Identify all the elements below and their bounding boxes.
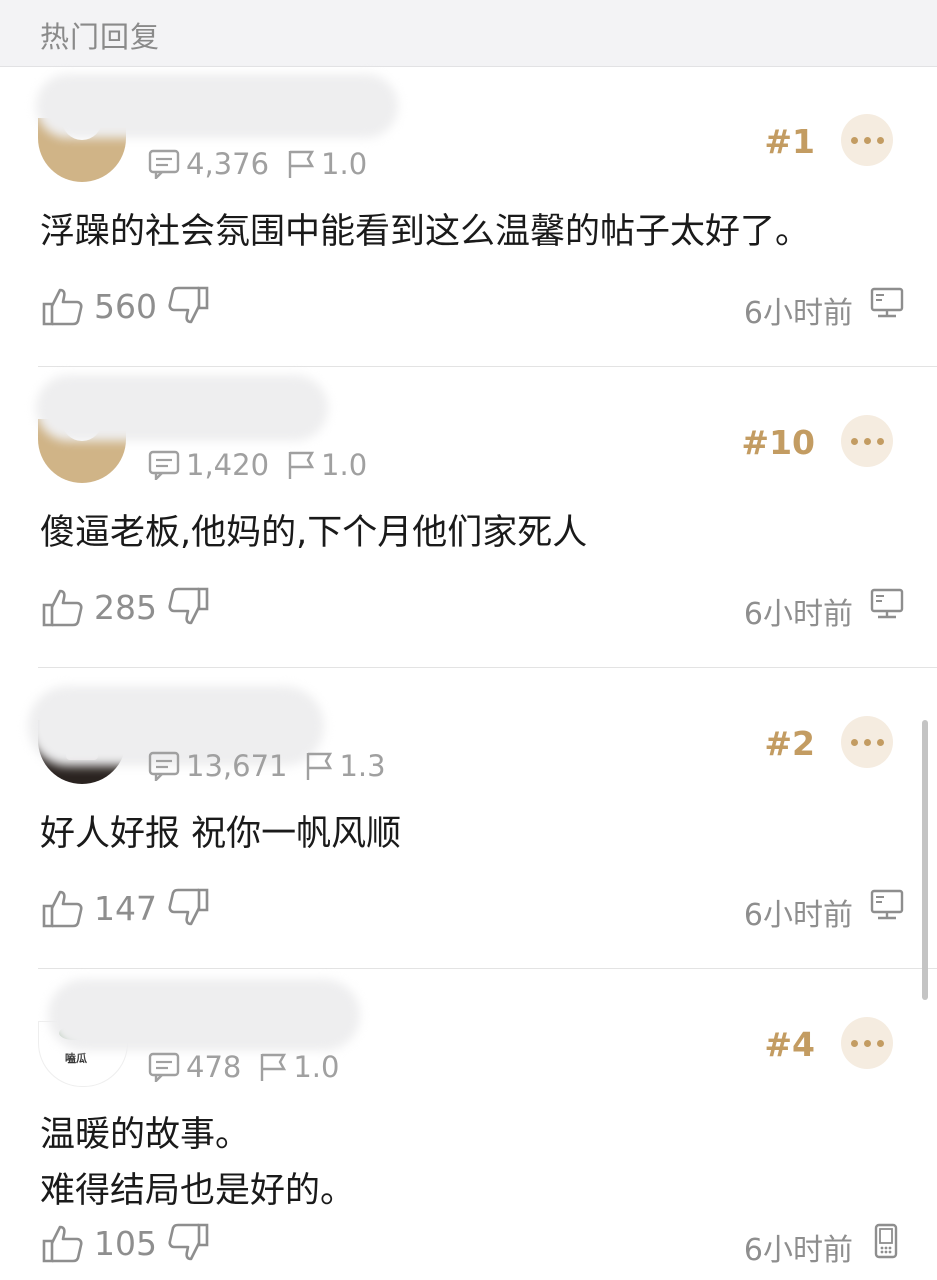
comment-item: 1,420 1.0 #10 傻逼老板,他妈的,下个月他们家死人 285 6小时前 bbox=[0, 367, 937, 669]
user-level: 1.0 bbox=[321, 448, 368, 482]
comment-icon bbox=[148, 149, 180, 179]
floor-number: #10 bbox=[741, 423, 815, 462]
thumbs-down-icon[interactable] bbox=[167, 886, 211, 930]
floor-number: #1 bbox=[764, 122, 815, 161]
comment-item: 嗑瓜 478 1.0 #4 温暖的故事。 难得结局也是好的。 105 6小时前 bbox=[0, 969, 937, 1271]
like-count: 560 bbox=[94, 286, 157, 326]
comment-icon bbox=[148, 1052, 180, 1082]
comment-text: 傻逼老板,他妈的,下个月他们家死人 bbox=[40, 513, 588, 553]
like-count: 285 bbox=[94, 587, 157, 627]
flag-icon bbox=[288, 150, 315, 178]
more-button[interactable] bbox=[841, 114, 893, 166]
thumbs-up-icon[interactable] bbox=[40, 1221, 84, 1265]
thumbs-up-icon[interactable] bbox=[40, 284, 84, 328]
section-title: 热门回复 bbox=[40, 20, 161, 54]
post-time: 6小时前 bbox=[743, 898, 853, 933]
section-header: 热门回复 bbox=[0, 0, 937, 67]
username-redacted bbox=[36, 74, 398, 138]
username-redacted bbox=[36, 375, 328, 441]
reply-count: 1,420 bbox=[186, 448, 270, 482]
desktop-icon bbox=[870, 889, 904, 920]
scrollbar[interactable] bbox=[922, 720, 928, 1000]
thumbs-down-icon[interactable] bbox=[167, 585, 211, 629]
user-stats: 4,376 1.0 bbox=[148, 146, 367, 182]
more-button[interactable] bbox=[841, 415, 893, 467]
user-level: 1.0 bbox=[293, 1050, 340, 1084]
comment-actions: 560 bbox=[40, 282, 211, 330]
comment-text: 好人好报 祝你一帆风顺 bbox=[40, 814, 402, 854]
flag-icon bbox=[307, 752, 333, 780]
more-button[interactable] bbox=[841, 716, 893, 768]
thumbs-up-icon[interactable] bbox=[40, 886, 84, 930]
reply-count: 478 bbox=[186, 1050, 242, 1084]
desktop-icon bbox=[870, 588, 904, 619]
thumbs-down-icon[interactable] bbox=[167, 284, 211, 328]
thumbs-down-icon[interactable] bbox=[167, 1221, 211, 1265]
floor-number: #2 bbox=[764, 724, 815, 763]
comment-actions: 105 bbox=[40, 1219, 211, 1267]
comment-icon bbox=[148, 751, 180, 781]
user-stats: 1,420 1.0 bbox=[148, 447, 367, 483]
comment-icon bbox=[148, 450, 180, 480]
comment-line: 难得结局也是好的。 bbox=[40, 1171, 356, 1211]
desktop-icon bbox=[870, 287, 904, 318]
post-time: 6小时前 bbox=[743, 597, 853, 632]
thumbs-up-icon[interactable] bbox=[40, 585, 84, 629]
more-button[interactable] bbox=[841, 1017, 893, 1069]
username-redacted bbox=[48, 979, 360, 1051]
comment-text: 浮躁的社会氛围中能看到这么温馨的帖子太好了。 bbox=[40, 212, 811, 252]
comment-item: 4,376 1.0 #1 浮躁的社会氛围中能看到这么温馨的帖子太好了。 560 … bbox=[0, 66, 937, 368]
flag-icon bbox=[288, 451, 315, 479]
avatar-text: 嗑瓜 bbox=[65, 1052, 87, 1065]
user-level: 1.0 bbox=[321, 147, 368, 181]
reply-count: 13,671 bbox=[186, 749, 288, 783]
comment-text: 温暖的故事。 难得结局也是好的。 bbox=[40, 1107, 910, 1219]
like-count: 105 bbox=[94, 1223, 157, 1263]
comment-line: 温暖的故事。 bbox=[40, 1115, 251, 1155]
comment-item: 13,671 1.3 #2 好人好报 祝你一帆风顺 147 6小时前 bbox=[0, 668, 937, 970]
post-time: 6小时前 bbox=[743, 296, 853, 331]
comment-actions: 285 bbox=[40, 583, 211, 631]
user-stats: 478 1.0 bbox=[148, 1049, 339, 1085]
floor-number: #4 bbox=[764, 1025, 815, 1064]
like-count: 147 bbox=[94, 888, 157, 928]
post-time: 6小时前 bbox=[743, 1233, 853, 1268]
comment-actions: 147 bbox=[40, 884, 211, 932]
phone-icon bbox=[874, 1223, 898, 1259]
user-stats: 13,671 1.3 bbox=[148, 748, 386, 784]
flag-icon bbox=[261, 1053, 287, 1081]
user-level: 1.3 bbox=[339, 749, 386, 783]
reply-count: 4,376 bbox=[186, 147, 270, 181]
